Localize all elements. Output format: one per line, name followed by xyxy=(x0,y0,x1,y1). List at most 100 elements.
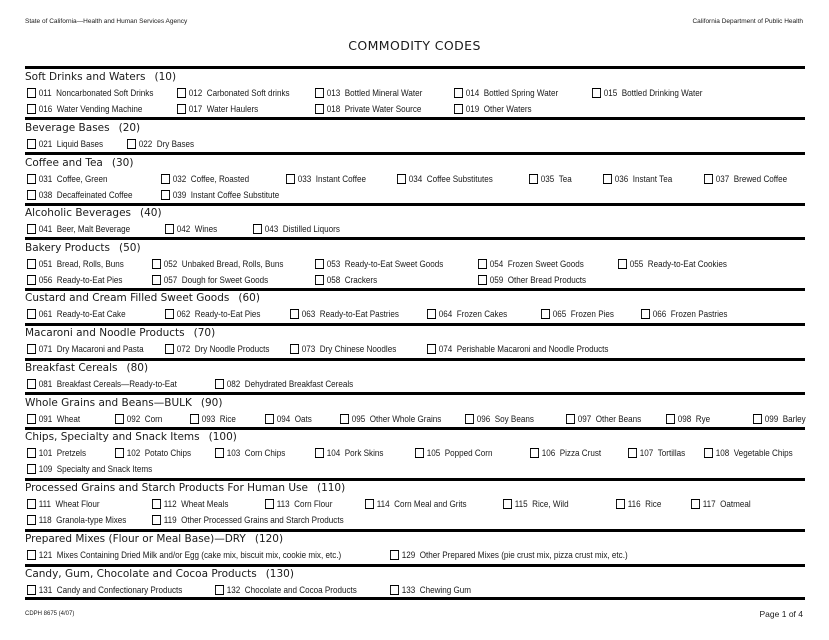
checkbox[interactable] xyxy=(390,585,399,595)
commodity-option[interactable]: 042 Wines xyxy=(165,223,217,235)
commodity-option[interactable]: 116 Rice xyxy=(616,498,661,510)
checkbox[interactable] xyxy=(152,259,161,269)
checkbox[interactable] xyxy=(152,515,161,525)
checkbox[interactable] xyxy=(427,309,436,319)
commodity-option[interactable]: 037 Brewed Coffee xyxy=(704,173,787,185)
checkbox[interactable] xyxy=(152,275,161,285)
commodity-option[interactable]: 036 Instant Tea xyxy=(603,173,672,185)
commodity-option[interactable]: 021 Liquid Bases xyxy=(27,138,103,150)
commodity-option[interactable]: 106 Pizza Crust xyxy=(530,447,601,459)
commodity-option[interactable]: 062 Ready-to-Eat Pies xyxy=(165,308,260,320)
checkbox[interactable] xyxy=(704,174,713,184)
checkbox[interactable] xyxy=(177,88,186,98)
commodity-option[interactable]: 071 Dry Macaroni and Pasta xyxy=(27,343,144,355)
checkbox[interactable] xyxy=(27,585,36,595)
checkbox[interactable] xyxy=(503,499,512,509)
checkbox[interactable] xyxy=(165,309,174,319)
checkbox[interactable] xyxy=(27,190,36,200)
checkbox[interactable] xyxy=(152,499,161,509)
checkbox[interactable] xyxy=(115,448,124,458)
commodity-option[interactable]: 039 Instant Coffee Substitute xyxy=(161,189,279,201)
commodity-option[interactable]: 102 Potato Chips xyxy=(115,447,191,459)
commodity-option[interactable]: 118 Granola-type Mixes xyxy=(27,514,126,526)
commodity-option[interactable]: 098 Rye xyxy=(666,413,710,425)
checkbox[interactable] xyxy=(286,174,295,184)
commodity-option[interactable]: 041 Beer, Malt Beverage xyxy=(27,223,130,235)
checkbox[interactable] xyxy=(27,275,36,285)
checkbox[interactable] xyxy=(454,104,463,114)
checkbox[interactable] xyxy=(365,499,374,509)
commodity-option[interactable]: 132 Chocolate and Cocoa Products xyxy=(215,584,357,596)
checkbox[interactable] xyxy=(27,259,36,269)
commodity-option[interactable]: 119 Other Processed Grains and Starch Pro… xyxy=(152,514,344,526)
commodity-option[interactable]: 059 Other Bread Products xyxy=(478,274,586,286)
checkbox[interactable] xyxy=(27,88,36,98)
checkbox[interactable] xyxy=(529,174,538,184)
commodity-option[interactable]: 082 Dehydrated Breakfast Cereals xyxy=(215,378,353,390)
commodity-option[interactable]: 011 Noncarbonated Soft Drinks xyxy=(27,87,153,99)
checkbox[interactable] xyxy=(165,224,174,234)
commodity-option[interactable]: 017 Water Haulers xyxy=(177,103,258,115)
checkbox[interactable] xyxy=(27,139,36,149)
commodity-option[interactable]: 097 Other Beans xyxy=(566,413,641,425)
checkbox[interactable] xyxy=(454,88,463,98)
commodity-option[interactable]: 043 Distilled Liquors xyxy=(253,223,340,235)
commodity-option[interactable]: 013 Bottled Mineral Water xyxy=(315,87,422,99)
commodity-option[interactable]: 096 Soy Beans xyxy=(465,413,534,425)
commodity-option[interactable]: 114 Corn Meal and Grits xyxy=(365,498,467,510)
commodity-option[interactable]: 109 Specialty and Snack Items xyxy=(27,463,152,475)
commodity-option[interactable]: 035 Tea xyxy=(529,173,572,185)
checkbox[interactable] xyxy=(753,414,762,424)
checkbox[interactable] xyxy=(27,448,36,458)
checkbox[interactable] xyxy=(315,448,324,458)
checkbox[interactable] xyxy=(27,309,36,319)
commodity-option[interactable]: 099 Barley xyxy=(753,413,806,425)
commodity-option[interactable]: 093 Rice xyxy=(190,413,236,425)
commodity-option[interactable]: 133 Chewing Gum xyxy=(390,584,471,596)
checkbox[interactable] xyxy=(616,499,625,509)
checkbox[interactable] xyxy=(315,88,324,98)
checkbox[interactable] xyxy=(315,259,324,269)
checkbox[interactable] xyxy=(397,174,406,184)
checkbox[interactable] xyxy=(115,414,124,424)
commodity-option[interactable]: 054 Frozen Sweet Goods xyxy=(478,258,584,270)
commodity-option[interactable]: 072 Dry Noodle Products xyxy=(165,343,269,355)
commodity-option[interactable]: 052 Unbaked Bread, Rolls, Buns xyxy=(152,258,283,270)
commodity-option[interactable]: 108 Vegetable Chips xyxy=(704,447,793,459)
checkbox[interactable] xyxy=(415,448,424,458)
commodity-option[interactable]: 015 Bottled Drinking Water xyxy=(592,87,702,99)
checkbox[interactable] xyxy=(315,275,324,285)
commodity-option[interactable]: 051 Bread, Rolls, Buns xyxy=(27,258,124,270)
checkbox[interactable] xyxy=(215,379,224,389)
commodity-option[interactable]: 131 Candy and Confectionary Products xyxy=(27,584,182,596)
commodity-option[interactable]: 095 Other Whole Grains xyxy=(340,413,441,425)
commodity-option[interactable]: 022 Dry Bases xyxy=(127,138,194,150)
checkbox[interactable] xyxy=(290,309,299,319)
checkbox[interactable] xyxy=(265,499,274,509)
commodity-option[interactable]: 105 Popped Corn xyxy=(415,447,492,459)
checkbox[interactable] xyxy=(704,448,713,458)
checkbox[interactable] xyxy=(253,224,262,234)
checkbox[interactable] xyxy=(628,448,637,458)
checkbox[interactable] xyxy=(27,515,36,525)
commodity-option[interactable]: 063 Ready-to-Eat Pastries xyxy=(290,308,399,320)
checkbox[interactable] xyxy=(478,275,487,285)
commodity-option[interactable]: 056 Ready-to-Eat Pies xyxy=(27,274,122,286)
checkbox[interactable] xyxy=(27,550,36,560)
checkbox[interactable] xyxy=(27,174,36,184)
commodity-option[interactable]: 094 Oats xyxy=(265,413,312,425)
checkbox[interactable] xyxy=(215,585,224,595)
checkbox[interactable] xyxy=(530,448,539,458)
commodity-option[interactable]: 113 Corn Flour xyxy=(265,498,332,510)
commodity-option[interactable]: 012 Carbonated Soft drinks xyxy=(177,87,290,99)
checkbox[interactable] xyxy=(27,464,36,474)
commodity-option[interactable]: 065 Frozen Pies xyxy=(541,308,614,320)
commodity-option[interactable]: 033 Instant Coffee xyxy=(286,173,366,185)
commodity-option[interactable]: 018 Private Water Source xyxy=(315,103,421,115)
commodity-option[interactable]: 112 Wheat Meals xyxy=(152,498,228,510)
commodity-option[interactable]: 014 Bottled Spring Water xyxy=(454,87,558,99)
commodity-option[interactable]: 053 Ready-to-Eat Sweet Goods xyxy=(315,258,443,270)
commodity-option[interactable]: 034 Coffee Substitutes xyxy=(397,173,493,185)
commodity-option[interactable]: 031 Coffee, Green xyxy=(27,173,107,185)
commodity-option[interactable]: 073 Dry Chinese Noodles xyxy=(290,343,396,355)
